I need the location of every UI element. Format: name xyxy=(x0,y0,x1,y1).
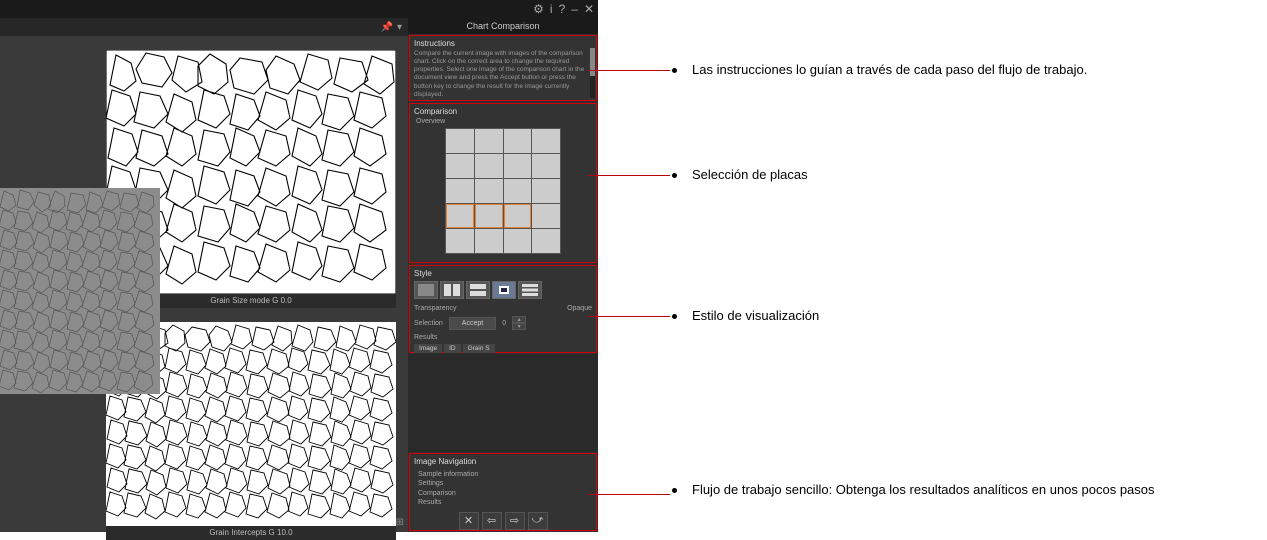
chart-cell[interactable] xyxy=(504,154,532,178)
chart-cell[interactable] xyxy=(504,179,532,203)
chart-cell-selected[interactable] xyxy=(504,204,532,228)
bullet-icon xyxy=(672,314,677,319)
application-window: ⚙ i ? – ✕ 📌 ▾ Grain S xyxy=(0,0,598,532)
annotation-style: Estilo de visualización xyxy=(692,308,1212,323)
results-tabs: Image ID Grain S xyxy=(414,344,592,353)
transparency-label: Transparency xyxy=(414,305,457,312)
main-area: 📌 ▾ Grain Size mode G 0.0 xyxy=(0,18,598,532)
chart-cell-selected[interactable] xyxy=(446,204,474,228)
chart-cell[interactable] xyxy=(475,129,503,153)
chart-cell[interactable] xyxy=(446,179,474,203)
chart-cell[interactable] xyxy=(532,204,560,228)
callout-line xyxy=(588,70,670,71)
workflow-item[interactable]: Results xyxy=(418,498,592,507)
results-tab[interactable]: Grain S xyxy=(463,344,495,353)
chart-cell-selected[interactable] xyxy=(475,204,503,228)
stepper-down-icon[interactable]: ▾ xyxy=(512,323,526,330)
style-option-2[interactable] xyxy=(440,281,464,299)
opaque-label: Opaque xyxy=(567,305,592,312)
opaque-value: 0 xyxy=(502,320,506,327)
status-icon[interactable]: ⊞ xyxy=(396,517,404,528)
minimize-icon[interactable]: – xyxy=(571,3,578,15)
chart-cell[interactable] xyxy=(446,229,474,253)
chart-cell[interactable] xyxy=(446,154,474,178)
instructions-text: Compare the current image with images of… xyxy=(414,50,592,99)
chart-cell[interactable] xyxy=(504,129,532,153)
titlebar: ⚙ i ? – ✕ xyxy=(0,0,598,18)
workflow-item[interactable]: Comparison xyxy=(418,489,592,498)
workflow-nav: ✕ ⇦ ⇨ ⤻ xyxy=(414,512,592,530)
workflow-heading: Image Navigation xyxy=(414,457,592,466)
style-heading: Style xyxy=(414,269,592,278)
results-label: Results xyxy=(414,334,592,341)
image-canvas[interactable]: Grain Size mode G 0.0 Grain Intercepts G… xyxy=(0,36,408,530)
chart-cell[interactable] xyxy=(504,229,532,253)
gear-icon[interactable]: ⚙ xyxy=(533,3,544,15)
accept-button[interactable]: Accept xyxy=(449,317,496,330)
annotation-selection: Selección de placas xyxy=(692,167,1212,182)
annotation-workflow: Flujo de trabajo sencillo: Obtenga los r… xyxy=(692,482,1212,497)
comparison-grid xyxy=(445,128,561,254)
chart-cell[interactable] xyxy=(475,229,503,253)
workflow-item[interactable]: Sample information xyxy=(418,470,592,479)
style-option-5[interactable] xyxy=(518,281,542,299)
chart-cell[interactable] xyxy=(532,229,560,253)
chart-cell[interactable] xyxy=(475,154,503,178)
pin-icon[interactable]: 📌 xyxy=(381,22,393,33)
spacer xyxy=(408,354,598,452)
document-tab-strip: 📌 ▾ xyxy=(0,18,408,36)
image-caption-bottom: Grain Intercepts G 10.0 xyxy=(106,526,396,540)
style-section: Style Transparency Opaque Selection Acce… xyxy=(409,265,597,353)
panel-title: Chart Comparison xyxy=(408,18,598,34)
bullet-icon xyxy=(672,173,677,178)
results-tab[interactable]: Image xyxy=(414,344,442,353)
style-buttons xyxy=(414,281,592,299)
chart-cell[interactable] xyxy=(532,129,560,153)
info-icon[interactable]: i xyxy=(550,3,553,15)
side-panel: Chart Comparison Instructions Compare th… xyxy=(408,18,598,532)
instructions-section: Instructions Compare the current image w… xyxy=(409,35,597,101)
instructions-heading: Instructions xyxy=(414,39,592,48)
nav-cancel-icon[interactable]: ✕ xyxy=(459,512,479,530)
nav-back-icon[interactable]: ⇦ xyxy=(482,512,502,530)
style-option-3[interactable] xyxy=(466,281,490,299)
scrollbar[interactable] xyxy=(590,48,595,98)
results-tab[interactable]: ID xyxy=(444,344,461,353)
chart-cell[interactable] xyxy=(446,129,474,153)
stepper[interactable]: ▴▾ xyxy=(512,316,526,330)
nav-finish-icon[interactable]: ⤻ xyxy=(528,512,548,530)
dropdown-icon[interactable]: ▾ xyxy=(397,22,402,33)
style-option-1[interactable] xyxy=(414,281,438,299)
chart-cell[interactable] xyxy=(532,154,560,178)
workflow-item[interactable]: Settings xyxy=(418,479,592,488)
scrollbar-thumb[interactable] xyxy=(590,48,595,76)
comparison-label: Overview xyxy=(416,118,592,125)
help-icon[interactable]: ? xyxy=(559,3,566,15)
nav-forward-icon[interactable]: ⇨ xyxy=(505,512,525,530)
callout-line xyxy=(588,494,670,495)
comparison-section: Comparison Overview xyxy=(409,103,597,263)
stepper-up-icon[interactable]: ▴ xyxy=(512,316,526,323)
workflow-list: Sample information Settings Comparison R… xyxy=(418,470,592,508)
chart-cell[interactable] xyxy=(532,179,560,203)
overlay-image[interactable] xyxy=(0,188,160,394)
selection-label: Selection xyxy=(414,320,443,327)
canvas-column: 📌 ▾ Grain Size mode G 0.0 xyxy=(0,18,408,532)
close-icon[interactable]: ✕ xyxy=(584,3,594,15)
comparison-heading: Comparison xyxy=(414,107,592,116)
annotation-instructions: Las instrucciones lo guían a través de c… xyxy=(692,62,1212,77)
workflow-section: Image Navigation Sample information Sett… xyxy=(409,453,597,531)
bullet-icon xyxy=(672,68,677,73)
callout-line xyxy=(588,175,670,176)
style-option-4[interactable] xyxy=(492,281,516,299)
callout-line xyxy=(588,316,670,317)
chart-cell[interactable] xyxy=(475,179,503,203)
bullet-icon xyxy=(672,488,677,493)
